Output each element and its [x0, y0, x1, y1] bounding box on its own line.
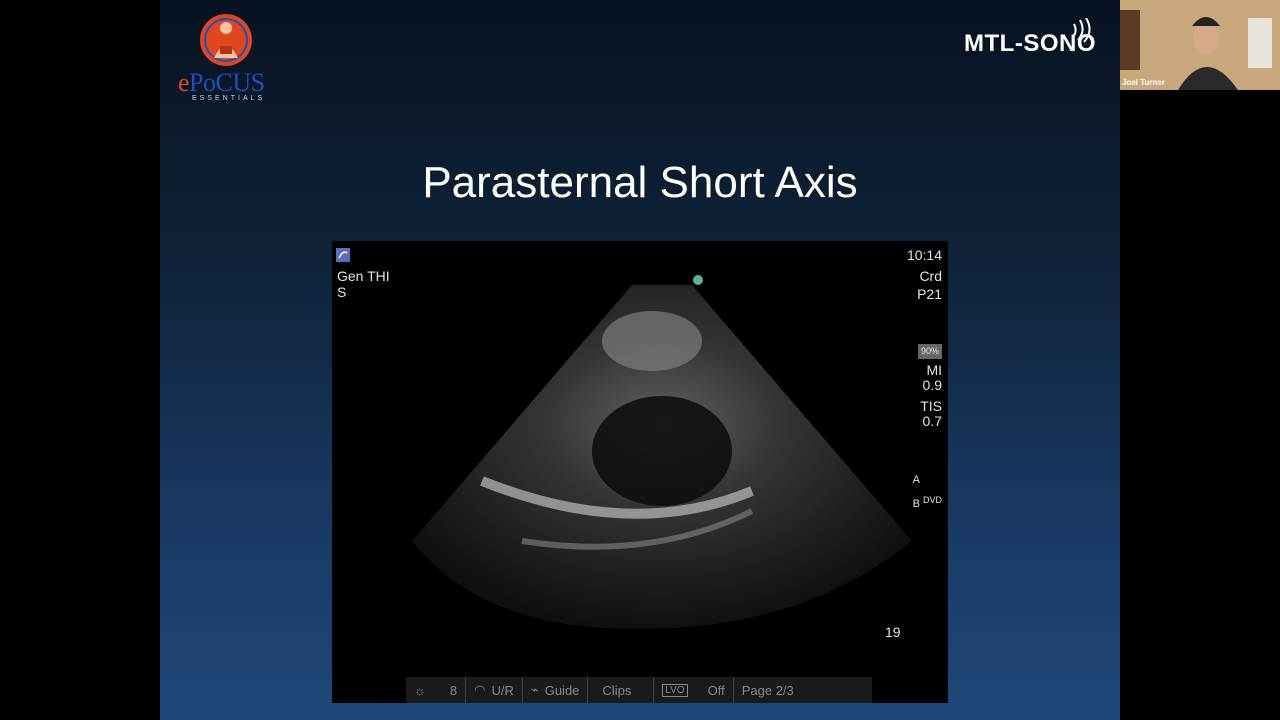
- preset-label: Crd: [919, 268, 942, 284]
- clips-control[interactable]: Clips: [588, 677, 655, 703]
- guide-label: Guide: [544, 682, 580, 698]
- lvo-state: Off: [707, 682, 725, 698]
- participant-video-tile[interactable]: Joel Turner: [1120, 0, 1280, 90]
- guide-icon: ⌁: [530, 682, 539, 697]
- ultrasound-bottom-bar: ☼ 8 ◠ U/R ⌁ Guide Clips LVO Off Page 2/3: [406, 677, 872, 703]
- participant-video-icon: [1120, 0, 1280, 90]
- page-label: Page 2/3: [741, 682, 794, 698]
- page-indicator[interactable]: Page 2/3: [734, 677, 802, 703]
- slide-title: Parasternal Short Axis: [422, 158, 858, 207]
- tis-label: TIS: [920, 398, 942, 414]
- gain-value: 8: [449, 682, 458, 698]
- signal-waves-icon: [1071, 18, 1091, 43]
- channel-b-label: B: [912, 498, 920, 510]
- channel-a-label: A: [912, 474, 920, 486]
- probe-label: P21: [917, 286, 942, 302]
- logo-square-icon: [336, 248, 350, 262]
- mode-sub-label: S: [337, 284, 347, 300]
- participant-name: Joel Turner: [1122, 78, 1165, 87]
- mi-label: MI: [926, 362, 942, 378]
- clips-label: Clips: [602, 682, 632, 698]
- tis-value: 0.7: [922, 413, 942, 429]
- mode-label: Gen THI: [337, 268, 390, 284]
- gain-control[interactable]: ☼ 8: [406, 677, 467, 703]
- presentation-slide: ePoCUS ESSENTIALS MTL-SONO Parasternal S…: [160, 0, 1120, 720]
- ur-control[interactable]: ◠ U/R: [466, 677, 523, 703]
- depth-value: 19: [885, 624, 901, 640]
- probe-orientation-icon: ◠: [474, 682, 486, 697]
- clock-time: 10:14: [906, 247, 942, 263]
- ultrasound-sector-image: [412, 275, 912, 630]
- epocus-logo-text: ePoCUS: [178, 68, 265, 97]
- lvo-badge: LVO: [662, 683, 688, 697]
- lvo-control[interactable]: LVO Off: [654, 677, 734, 703]
- dvd-label: DVD: [922, 495, 942, 505]
- epocus-logo-subtitle: ESSENTIALS: [192, 95, 266, 102]
- ultrasound-image: Gen THI S 10:14 Crd P21 90% MI 0.9 TIS 0…: [332, 241, 948, 703]
- mi-value: 0.9: [922, 377, 942, 393]
- gain-sun-icon: ☼: [414, 682, 426, 698]
- ur-label: U/R: [491, 682, 514, 698]
- guide-control[interactable]: ⌁ Guide: [523, 677, 589, 703]
- percent-badge: 90%: [917, 344, 942, 359]
